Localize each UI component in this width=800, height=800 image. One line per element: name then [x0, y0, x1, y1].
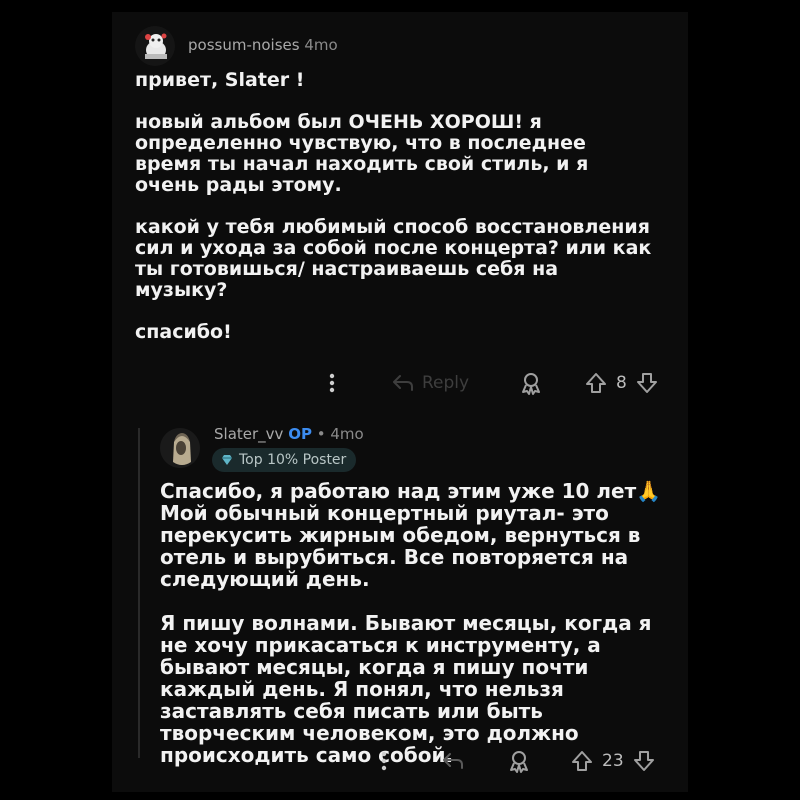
user-flair-badge: Top 10% Poster [212, 448, 357, 472]
username[interactable]: Slater_vv [214, 425, 283, 443]
reply-button[interactable] [440, 748, 466, 774]
op-badge: OP [288, 425, 312, 443]
vote-controls: 8 [584, 370, 659, 396]
comment-paragraph: привет, Slater ! [135, 69, 305, 91]
vote-count: 23 [602, 751, 624, 771]
reply-button[interactable]: Reply [390, 370, 469, 396]
more-options-icon [381, 751, 387, 771]
award-button[interactable] [518, 370, 544, 396]
vote-controls: 23 [570, 748, 656, 774]
comment-actions: 23 [0, 746, 800, 776]
award-button[interactable] [506, 748, 532, 774]
thread-line[interactable] [138, 428, 140, 758]
comment-paragraph: новый альбом был ОЧЕНЬ ХОРОШ! я определе… [135, 111, 589, 196]
comment-body: привет, Slater ! новый альбом был ОЧЕНЬ … [135, 70, 655, 343]
award-icon [522, 373, 540, 395]
avatar[interactable] [135, 26, 175, 66]
avatar[interactable] [160, 428, 200, 468]
more-options-button[interactable] [324, 370, 340, 396]
award-icon [510, 751, 528, 773]
downvote-icon[interactable] [635, 370, 659, 396]
reply-icon [393, 375, 413, 391]
separator: • [316, 425, 326, 443]
more-options-icon [329, 373, 335, 393]
timestamp: 4mo [304, 36, 338, 54]
comment-body: Спасибо, я работаю над этим уже 10 лет🙏 … [160, 480, 670, 766]
comment-paragraph: спасибо! [135, 321, 232, 343]
comment-paragraph: Я пишу волнами. Бывают месяцы, когда я н… [160, 611, 652, 767]
username[interactable]: possum-noises [188, 36, 300, 54]
downvote-icon[interactable] [632, 748, 656, 774]
upvote-icon[interactable] [570, 748, 594, 774]
comment-paragraph: Спасибо, я работаю над этим уже 10 лет🙏 … [160, 479, 662, 591]
user-photo-icon [160, 428, 200, 468]
snoo-avatar-icon [135, 26, 175, 66]
comment-paragraph: какой у тебя любимый способ восстановлен… [135, 216, 652, 301]
reply-label: Reply [422, 373, 470, 393]
comment-actions: Reply 8 [0, 368, 800, 398]
comment-meta: Slater_vv OP • 4mo [214, 425, 364, 443]
comment-meta: possum-noises 4mo [188, 36, 338, 54]
more-options-button[interactable] [376, 748, 392, 774]
reply-icon [443, 753, 463, 769]
diamond-icon [222, 455, 232, 465]
badge-label: Top 10% Poster [239, 452, 347, 468]
timestamp: 4mo [330, 425, 364, 443]
vote-count: 8 [616, 373, 627, 393]
upvote-icon[interactable] [584, 370, 608, 396]
